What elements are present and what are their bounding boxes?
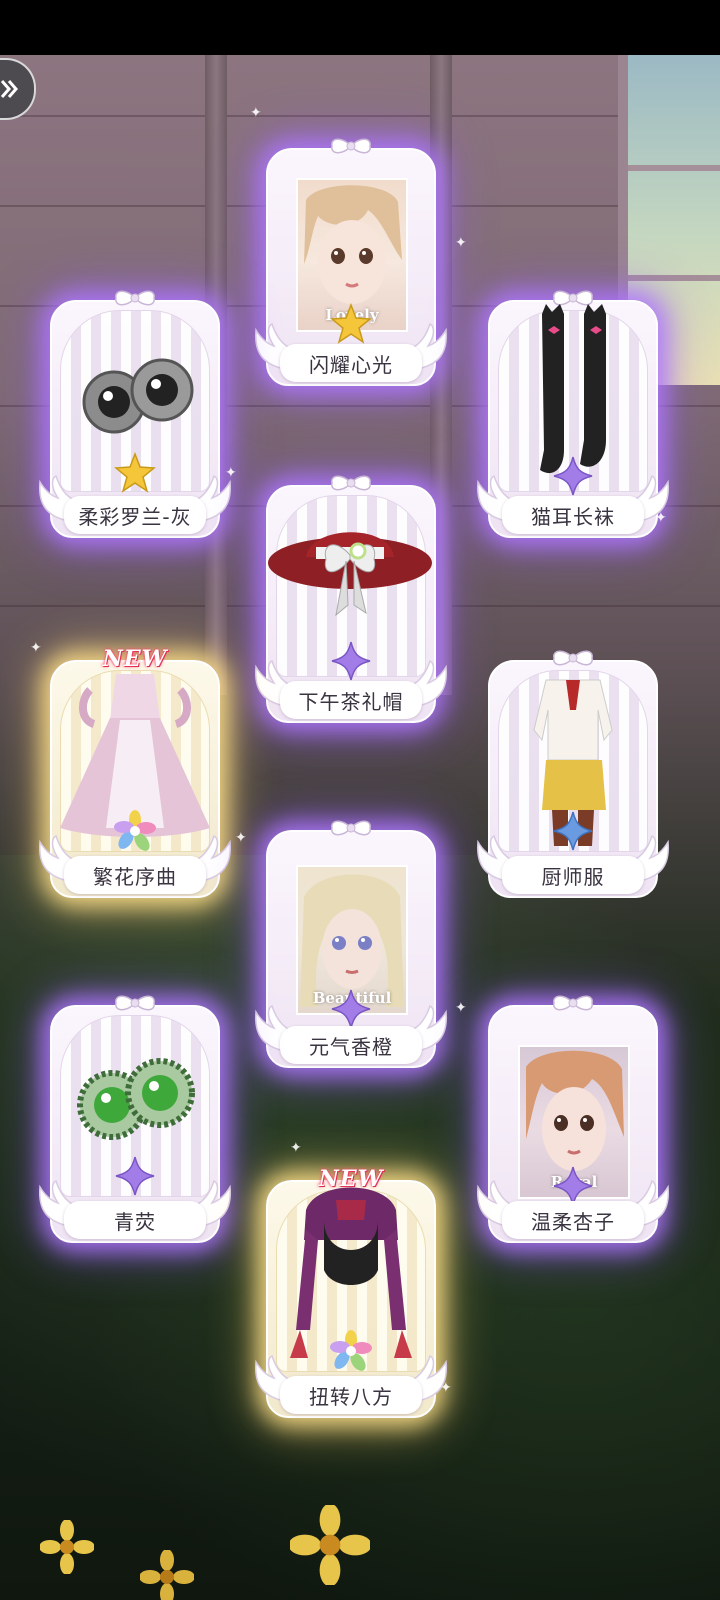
wall-plank: [0, 115, 720, 117]
card-name: 猫耳长袜: [502, 496, 644, 534]
reward-card[interactable]: NEW 繁花序曲: [38, 646, 232, 898]
sparkle-icon: ✦: [290, 1140, 302, 1156]
sparkle-icon: ✦: [440, 1380, 452, 1396]
reward-card[interactable]: 下午茶礼帽: [254, 475, 448, 723]
purple-star-rarity-icon: [331, 989, 371, 1029]
gold-star-rarity-icon: [331, 304, 371, 343]
bow-icon: [553, 995, 593, 1011]
multicolor-star-rarity-icon: [114, 810, 156, 852]
multicolor-star-rarity-icon: [330, 1330, 372, 1372]
sparkle-icon: ✦: [225, 465, 237, 481]
reward-card[interactable]: 柔彩罗兰-灰: [38, 290, 232, 538]
sparkle-icon: ✦: [235, 830, 247, 846]
purple-star-rarity-icon: [331, 641, 371, 681]
double-chevron-right-icon: [0, 80, 18, 98]
sparkle-icon: ✦: [250, 105, 262, 121]
bow-icon: [331, 820, 371, 836]
reward-card[interactable]: Lovely 闪耀心光: [254, 138, 448, 386]
daisy-flower-icon: [140, 1550, 194, 1600]
daisy-flower-icon: [290, 1505, 370, 1585]
card-name: 厨师服: [502, 856, 644, 894]
reward-card[interactable]: 青荧: [38, 995, 232, 1243]
card-name: 下午茶礼帽: [280, 681, 422, 719]
daisy-flower-icon: [40, 1520, 94, 1574]
bow-icon: [331, 138, 371, 154]
reward-card[interactable]: 猫耳长袜: [476, 290, 670, 538]
purple-star-rarity-icon: [553, 456, 593, 496]
status-bar: [0, 0, 720, 55]
reward-card[interactable]: Beautiful 元气香橙: [254, 820, 448, 1068]
gold-star-rarity-icon: [115, 453, 155, 492]
reward-card[interactable]: NEW 扭转八方: [254, 1166, 448, 1418]
card-name: 温柔杏子: [502, 1201, 644, 1239]
card-name: 青荧: [64, 1201, 206, 1239]
card-name: 元气香橙: [280, 1026, 422, 1064]
card-name: 扭转八方: [280, 1376, 422, 1414]
card-name: 闪耀心光: [280, 344, 422, 382]
sparkle-icon: ✦: [655, 510, 667, 526]
purple-star-rarity-icon: [115, 1156, 155, 1196]
card-name: 繁花序曲: [64, 856, 206, 894]
card-name: 柔彩罗兰-灰: [64, 496, 206, 534]
sparkle-icon: ✦: [455, 235, 467, 251]
reward-card[interactable]: Royal 温柔杏子: [476, 995, 670, 1243]
reward-card[interactable]: 厨师服: [476, 650, 670, 898]
sparkle-icon: ✦: [455, 1000, 467, 1016]
sparkle-icon: ✦: [30, 640, 42, 656]
blue-star-rarity-icon: [553, 811, 593, 851]
